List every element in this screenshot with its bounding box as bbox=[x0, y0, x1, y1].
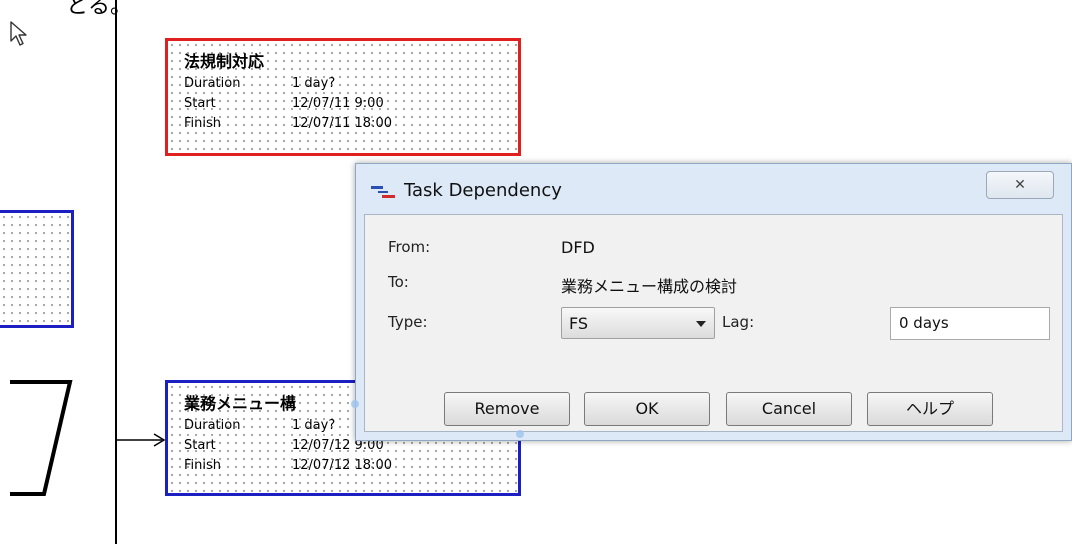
close-icon: ✕ bbox=[1014, 177, 1026, 193]
dialog-title: Task Dependency bbox=[404, 180, 562, 201]
milestone-shape-fragment[interactable] bbox=[0, 372, 80, 500]
task-duration-row: Duration 1 day? bbox=[184, 74, 518, 94]
to-value: 業務メニュー構成の検討 bbox=[561, 277, 738, 296]
close-button[interactable]: ✕ bbox=[986, 171, 1054, 199]
finish-label: Finish bbox=[184, 116, 222, 131]
cancel-button[interactable]: Cancel bbox=[726, 392, 852, 426]
type-select[interactable]: FS bbox=[561, 307, 715, 339]
start-label: Start bbox=[184, 438, 216, 453]
dialog-titlebar[interactable]: Task Dependency ✕ bbox=[356, 164, 1071, 214]
task-dependency-icon bbox=[371, 186, 395, 198]
type-select-value: FS bbox=[569, 314, 589, 333]
finish-value: 12/07/11 18:00 bbox=[292, 116, 392, 131]
duration-value: 1 day? bbox=[292, 76, 336, 91]
task-box-regulation[interactable]: 法規制対応 Duration 1 day? Start 12/07/11 9:0… bbox=[165, 38, 521, 156]
ok-button[interactable]: OK bbox=[584, 392, 710, 426]
task-finish-row: Finish 12/07/11 18:00 bbox=[184, 114, 518, 134]
task-finish-row: Finish 12/07/12 18:00 bbox=[184, 456, 518, 476]
start-value: 12/07/11 9:00 bbox=[292, 96, 384, 111]
type-label: Type: bbox=[388, 313, 428, 331]
duration-label: Duration bbox=[184, 418, 241, 433]
mouse-pointer-icon bbox=[10, 21, 27, 46]
start-label: Start bbox=[184, 96, 216, 111]
top-text: とる。 bbox=[66, 0, 133, 19]
to-label: To: bbox=[388, 273, 409, 291]
lag-input[interactable]: 0 days bbox=[890, 307, 1050, 340]
finish-label: Finish bbox=[184, 458, 222, 473]
dialog-body: From: DFD To: 業務メニュー構成の検討 Type: FS Lag: … bbox=[364, 214, 1063, 432]
connection-handle[interactable] bbox=[351, 400, 359, 408]
help-button[interactable]: ヘルプ bbox=[867, 392, 993, 426]
lag-label: Lag: bbox=[722, 313, 755, 331]
timeline-divider bbox=[115, 0, 117, 544]
finish-value: 12/07/12 18:00 bbox=[292, 458, 392, 473]
dependency-arrow bbox=[116, 433, 166, 447]
from-value: DFD bbox=[561, 238, 595, 257]
task-title: 法規制対応 bbox=[184, 52, 265, 71]
duration-label: Duration bbox=[184, 76, 241, 91]
chevron-down-icon bbox=[696, 321, 706, 327]
task-dependency-dialog: Task Dependency ✕ From: DFD To: 業務メニュー構成… bbox=[355, 163, 1072, 441]
connection-handle[interactable] bbox=[516, 430, 524, 438]
task-box-fragment[interactable] bbox=[0, 210, 74, 328]
remove-button[interactable]: Remove bbox=[444, 392, 570, 426]
from-label: From: bbox=[388, 238, 431, 256]
task-start-row: Start 12/07/11 9:00 bbox=[184, 94, 518, 114]
